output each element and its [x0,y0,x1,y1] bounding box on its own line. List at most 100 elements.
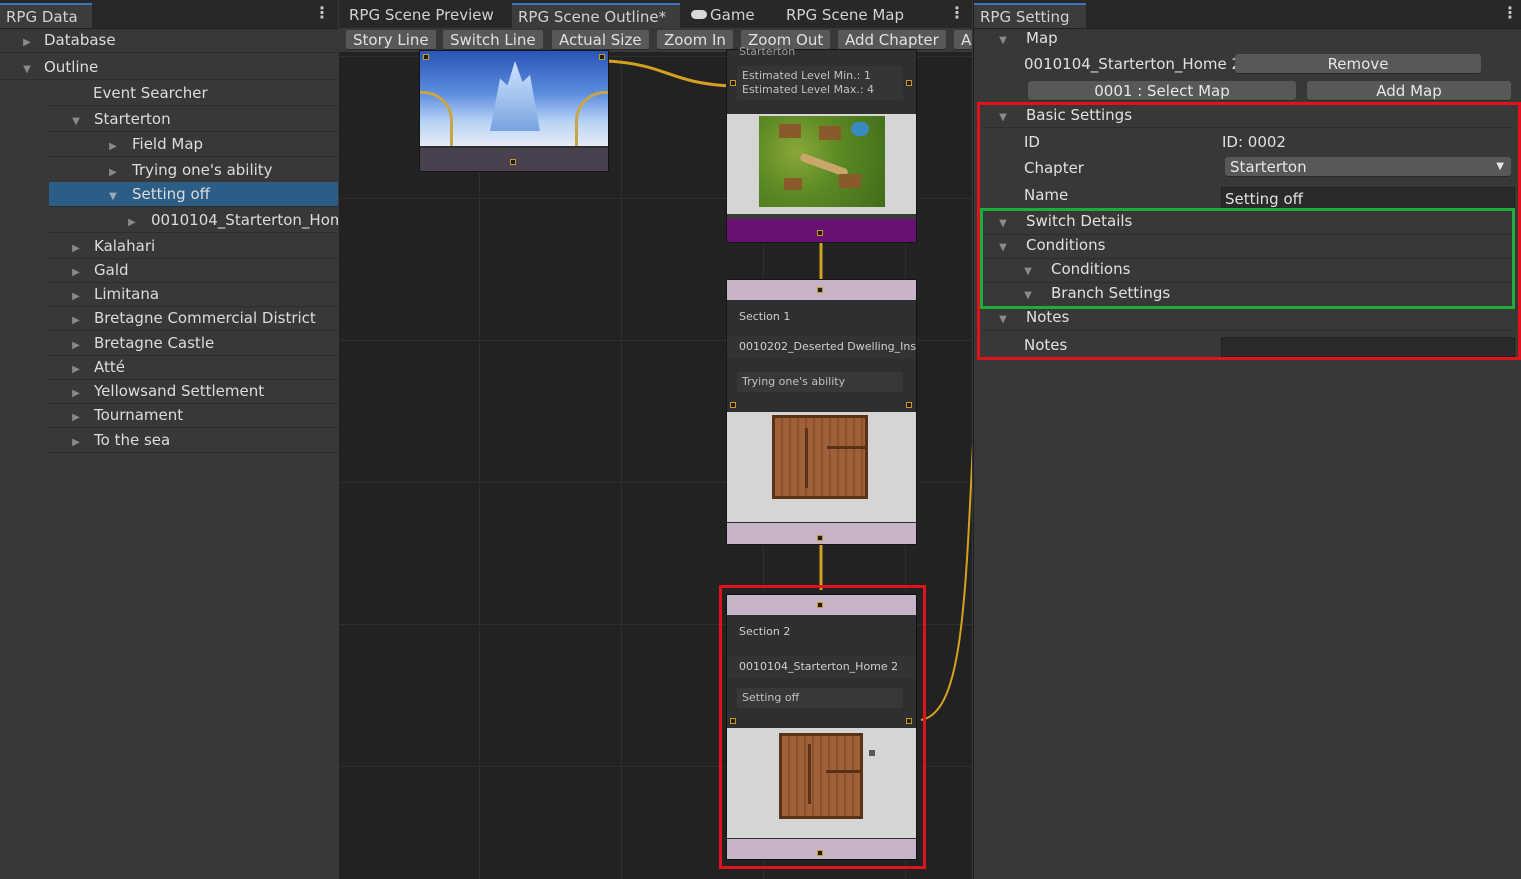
add-map-button[interactable]: Add Map [1307,81,1511,101]
port-icon[interactable] [423,54,429,60]
tab-label: RPG Scene Map [786,6,905,24]
tab-label: RPG Scene Outline* [518,8,667,26]
tree-item-outline[interactable]: ▼ Outline [0,55,338,80]
select-map-button[interactable]: 0001 : Select Map [1028,81,1296,101]
port-icon[interactable] [730,718,736,724]
conditions-sub-foldout[interactable]: ▼ Conditions [974,258,1521,281]
branch-settings-foldout[interactable]: ▼ Branch Settings [974,282,1521,305]
switch-line-button[interactable]: Switch Line [443,30,543,50]
collapse-arrow-icon[interactable]: ▼ [996,212,1010,235]
chapter-title: Starterton [739,46,796,58]
tree-item-starterton-home[interactable]: ▶ 0010104_Starterton_Home [49,208,338,233]
collapse-arrow-icon[interactable]: ▼ [106,185,120,209]
map-foldout[interactable]: ▼ Map [974,27,1521,49]
level-max: Estimated Level Max.: 4 [742,83,875,96]
notes-foldout[interactable]: ▼ Notes [974,306,1521,329]
tree-label: Tournament [94,406,184,424]
port-icon[interactable] [730,80,736,86]
tree-item-limitana[interactable]: ▶ Limitana [49,282,338,307]
switch-details-foldout[interactable]: ▼ Switch Details [974,210,1521,233]
tree-label: Event Searcher [93,84,208,102]
port-icon[interactable] [817,230,823,236]
tree-item-event-searcher[interactable]: Event Searcher [49,81,338,106]
expand-arrow-icon[interactable]: ▶ [20,31,34,55]
id-row: ID ID: 0002 [974,131,1521,153]
port-icon[interactable] [817,850,823,856]
story-line-button[interactable]: Story Line [346,30,436,50]
tab-rpg-setting[interactable]: RPG Setting [974,3,1086,28]
tree-item-gald[interactable]: ▶ Gald [49,258,338,283]
port-icon[interactable] [817,535,823,541]
section-1-node[interactable]: Section 1 0010202_Deserted Dwelling_Insi… [726,279,917,545]
collapse-arrow-icon[interactable]: ▼ [996,106,1010,129]
tree-item-starterton[interactable]: ▼ Starterton [49,107,338,132]
port-icon[interactable] [599,54,605,60]
basic-settings-foldout[interactable]: ▼ Basic Settings [974,104,1521,127]
zoom-in-button[interactable]: Zoom In [657,30,733,50]
tree-item-field-map[interactable]: ▶ Field Map [49,132,338,157]
divider [982,127,1514,128]
port-icon[interactable] [906,80,912,86]
expand-arrow-icon[interactable]: ▶ [69,309,83,333]
section-event-field[interactable]: Setting off [737,688,903,708]
tree-item-bretagne-castle[interactable]: ▶ Bretagne Castle [49,331,338,356]
port-icon[interactable] [817,602,823,608]
name-input[interactable]: Setting off [1221,187,1515,209]
tree-item-tournament[interactable]: ▶ Tournament [49,403,338,428]
tree-label: Kalahari [94,237,156,255]
expand-arrow-icon[interactable]: ▶ [69,431,83,455]
collapse-arrow-icon[interactable]: ▼ [996,30,1010,52]
expand-arrow-icon[interactable]: ▶ [106,135,120,159]
center-menu-icon[interactable]: ⋮ [949,4,965,24]
expand-arrow-icon[interactable]: ▶ [69,406,83,430]
port-icon[interactable] [730,402,736,408]
tab-label: RPG Setting [980,8,1070,26]
collapse-arrow-icon[interactable]: ▼ [1021,284,1035,307]
gamepad-icon [691,10,707,19]
title-node[interactable] [419,50,609,172]
map-marker [869,750,875,756]
right-menu-icon[interactable]: ⋮ [1502,4,1518,24]
port-icon[interactable] [906,402,912,408]
tree-label: Bretagne Castle [94,334,215,352]
tree-item-trying-ones-ability[interactable]: ▶ Trying one's ability [49,158,338,183]
conditions-foldout[interactable]: ▼ Conditions [974,234,1521,257]
left-menu-icon[interactable]: ⋮ [314,4,330,24]
tree-item-yellowsand[interactable]: ▶ Yellowsand Settlement [49,379,338,404]
actual-size-button[interactable]: Actual Size [552,30,649,50]
collapse-arrow-icon[interactable]: ▼ [996,236,1010,259]
collapse-arrow-icon[interactable]: ▼ [20,58,34,82]
section-2-node[interactable]: Section 2 0010104_Starterton_Home 2 Sett… [726,594,917,860]
collapse-arrow-icon[interactable]: ▼ [996,308,1010,331]
tree-item-kalahari[interactable]: ▶ Kalahari [49,234,338,259]
port-icon[interactable] [906,718,912,724]
collapse-arrow-icon[interactable]: ▼ [69,110,83,134]
tab-scene-preview[interactable]: RPG Scene Preview [343,3,500,28]
divider [982,330,1514,331]
scene-outline-panel: RPG Scene Preview RPG Scene Outline* Gam… [339,0,972,879]
outline-graph-canvas[interactable]: Starterton Estimated Level Min.: 1 Estim… [339,46,972,879]
tree-item-database[interactable]: ▶ Database [0,28,338,53]
section-event-field[interactable]: Trying one's ability [737,372,903,392]
tab-rpg-data[interactable]: RPG Data [0,3,92,28]
tab-scene-outline[interactable]: RPG Scene Outline* [512,3,680,28]
tree-item-bretagne-commercial[interactable]: ▶ Bretagne Commercial District [49,306,338,331]
story-line [920,442,972,721]
tab-game[interactable]: Game [685,3,761,28]
remove-button[interactable]: Remove [1235,54,1481,74]
chapter-dropdown[interactable]: Starterton ▼ [1225,157,1511,177]
expand-arrow-icon[interactable]: ▶ [125,211,139,232]
tree-item-setting-off[interactable]: ▼ Setting off [49,182,338,207]
tree-item-atte[interactable]: ▶ Atté [49,355,338,380]
tree-label: Outline [44,58,99,76]
tab-scene-map[interactable]: RPG Scene Map [780,3,910,28]
collapse-arrow-icon[interactable]: ▼ [1021,260,1035,283]
port-icon[interactable] [510,159,516,165]
tree-item-to-the-sea[interactable]: ▶ To the sea [49,428,338,453]
port-icon[interactable] [817,287,823,293]
tree-label: Bretagne Commercial District [94,309,316,327]
chapter-node[interactable]: Starterton Estimated Level Min.: 1 Estim… [726,46,917,243]
toolbar-overflow-button[interactable]: A [954,30,972,50]
notes-input[interactable] [1221,337,1515,357]
section-title: Section 2 [739,625,791,638]
